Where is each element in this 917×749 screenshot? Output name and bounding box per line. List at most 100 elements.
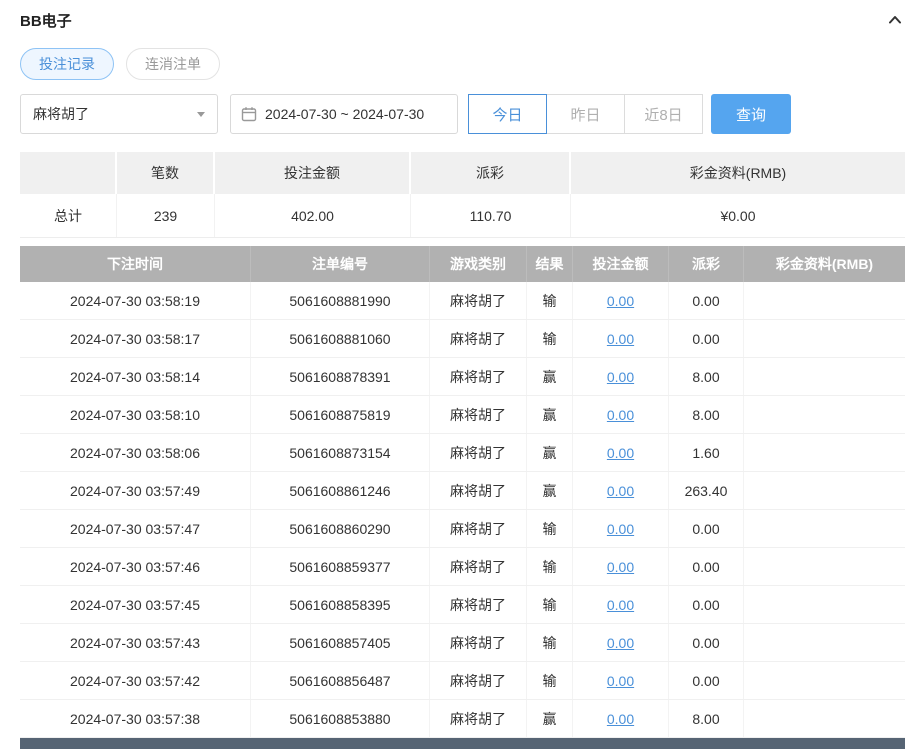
bonus — [744, 358, 905, 395]
bet-amount-link[interactable]: 0.00 — [607, 597, 634, 613]
bet-amount-link[interactable]: 0.00 — [607, 711, 634, 727]
payout: 0.00 — [669, 624, 744, 661]
bet-amount-link[interactable]: 0.00 — [607, 369, 634, 385]
bet-amount-cell: 0.00 — [573, 320, 669, 357]
collapse-panel-button[interactable] — [885, 10, 905, 30]
table-header-row: 下注时间 注单编号 游戏类别 结果 投注金额 派彩 彩金资料(RMB) — [20, 246, 905, 282]
bonus — [744, 700, 905, 737]
bet-amount-link[interactable]: 0.00 — [607, 445, 634, 461]
search-button[interactable]: 查询 — [711, 94, 791, 134]
header-game-type: 游戏类别 — [430, 246, 527, 282]
table-row: 2024-07-30 03:58:19 5061608881990 麻将胡了 输… — [20, 282, 905, 320]
order-id: 5061608860290 — [251, 510, 430, 547]
table-row: 2024-07-30 03:57:46 5061608859377 麻将胡了 输… — [20, 548, 905, 586]
result: 输 — [527, 548, 573, 585]
summary-header-row: 笔数 投注金额 派彩 彩金资料(RMB) — [20, 152, 905, 194]
result: 赢 — [527, 358, 573, 395]
bet-amount-link[interactable]: 0.00 — [607, 331, 634, 347]
table-body: 2024-07-30 03:58:19 5061608881990 麻将胡了 输… — [20, 282, 905, 738]
summary-total-bonus: ¥0.00 — [720, 207, 756, 224]
result: 输 — [527, 624, 573, 661]
bet-records-table: 下注时间 注单编号 游戏类别 结果 投注金额 派彩 彩金资料(RMB) 2024… — [20, 246, 905, 738]
range-last8days-button[interactable]: 近8日 — [624, 94, 703, 134]
order-id: 5061608861246 — [251, 472, 430, 509]
game-select[interactable]: 麻将胡了 — [20, 94, 218, 134]
result: 输 — [527, 282, 573, 319]
payout: 0.00 — [669, 510, 744, 547]
bet-amount-cell: 0.00 — [573, 700, 669, 737]
bet-time: 2024-07-30 03:57:45 — [20, 586, 251, 623]
date-range-picker[interactable]: 2024-07-30 ~ 2024-07-30 — [230, 94, 458, 134]
payout: 8.00 — [669, 358, 744, 395]
order-id: 5061608881990 — [251, 282, 430, 319]
order-id: 5061608853880 — [251, 700, 430, 737]
bb-electronics-panel: BB电子 投注记录 连消注单 麻将胡了 2024-07-30 ~ 2024-07… — [0, 0, 917, 749]
bet-amount-cell: 0.00 — [573, 510, 669, 547]
payout: 0.00 — [669, 586, 744, 623]
game-type: 麻将胡了 — [430, 586, 527, 623]
bet-amount-link[interactable]: 0.00 — [607, 559, 634, 575]
summary-total-count: 239 — [117, 194, 215, 237]
bonus — [744, 586, 905, 623]
summary-total-row: 总计 239 402.00 110.70 ¥0.00 — [20, 194, 905, 238]
payout: 0.00 — [669, 548, 744, 585]
bonus — [744, 396, 905, 433]
summary-header-payout: 派彩 — [411, 152, 571, 194]
bet-amount-cell: 0.00 — [573, 396, 669, 433]
panel-header: BB电子 — [20, 8, 905, 32]
bonus — [744, 548, 905, 585]
result: 赢 — [527, 434, 573, 471]
bet-amount-cell: 0.00 — [573, 282, 669, 319]
bonus — [744, 434, 905, 471]
order-id: 5061608873154 — [251, 434, 430, 471]
date-range-value: 2024-07-30 ~ 2024-07-30 — [265, 106, 425, 122]
table-row: 2024-07-30 03:58:17 5061608881060 麻将胡了 输… — [20, 320, 905, 358]
payout: 1.60 — [669, 434, 744, 471]
header-payout: 派彩 — [669, 246, 744, 282]
range-today-button[interactable]: 今日 — [468, 94, 547, 134]
bet-amount-link[interactable]: 0.00 — [607, 635, 634, 651]
bet-time: 2024-07-30 03:58:14 — [20, 358, 251, 395]
game-type: 麻将胡了 — [430, 358, 527, 395]
bet-time: 2024-07-30 03:58:19 — [20, 282, 251, 319]
bet-time: 2024-07-30 03:57:46 — [20, 548, 251, 585]
result: 赢 — [527, 396, 573, 433]
tab-cascade-orders[interactable]: 连消注单 — [126, 48, 220, 80]
bet-amount-link[interactable]: 0.00 — [607, 407, 634, 423]
bonus — [744, 472, 905, 509]
bet-time: 2024-07-30 03:57:42 — [20, 662, 251, 699]
order-id: 5061608881060 — [251, 320, 430, 357]
game-type: 麻将胡了 — [430, 662, 527, 699]
summary-total-label: 总计 — [20, 194, 117, 237]
bet-time: 2024-07-30 03:58:10 — [20, 396, 251, 433]
bet-amount-link[interactable]: 0.00 — [607, 673, 634, 689]
bet-amount-cell: 0.00 — [573, 586, 669, 623]
table-row: 2024-07-30 03:57:45 5061608858395 麻将胡了 输… — [20, 586, 905, 624]
header-bet-amount: 投注金额 — [573, 246, 669, 282]
bet-amount-link[interactable]: 0.00 — [607, 293, 634, 309]
bet-amount-link[interactable]: 0.00 — [607, 521, 634, 537]
tab-bet-records[interactable]: 投注记录 — [20, 48, 114, 80]
bet-amount-cell: 0.00 — [573, 472, 669, 509]
order-id: 5061608859377 — [251, 548, 430, 585]
game-type: 麻将胡了 — [430, 282, 527, 319]
payout: 0.00 — [669, 282, 744, 319]
game-type: 麻将胡了 — [430, 396, 527, 433]
bet-amount-cell: 0.00 — [573, 548, 669, 585]
range-yesterday-button[interactable]: 昨日 — [546, 94, 625, 134]
record-tabs: 投注记录 连消注单 — [20, 48, 905, 80]
game-select-value: 麻将胡了 — [33, 106, 89, 122]
summary-header-bonus: 彩金资料(RMB) — [571, 152, 905, 194]
order-id: 5061608857405 — [251, 624, 430, 661]
order-id: 5061608875819 — [251, 396, 430, 433]
bet-amount-cell: 0.00 — [573, 434, 669, 471]
game-type: 麻将胡了 — [430, 700, 527, 737]
header-result: 结果 — [527, 246, 573, 282]
table-row: 2024-07-30 03:58:10 5061608875819 麻将胡了 赢… — [20, 396, 905, 434]
page-title: BB电子 — [20, 12, 72, 30]
payout: 263.40 — [669, 472, 744, 509]
bonus — [744, 320, 905, 357]
bet-time: 2024-07-30 03:57:49 — [20, 472, 251, 509]
bet-amount-link[interactable]: 0.00 — [607, 483, 634, 499]
header-bonus: 彩金资料(RMB) — [744, 246, 905, 282]
